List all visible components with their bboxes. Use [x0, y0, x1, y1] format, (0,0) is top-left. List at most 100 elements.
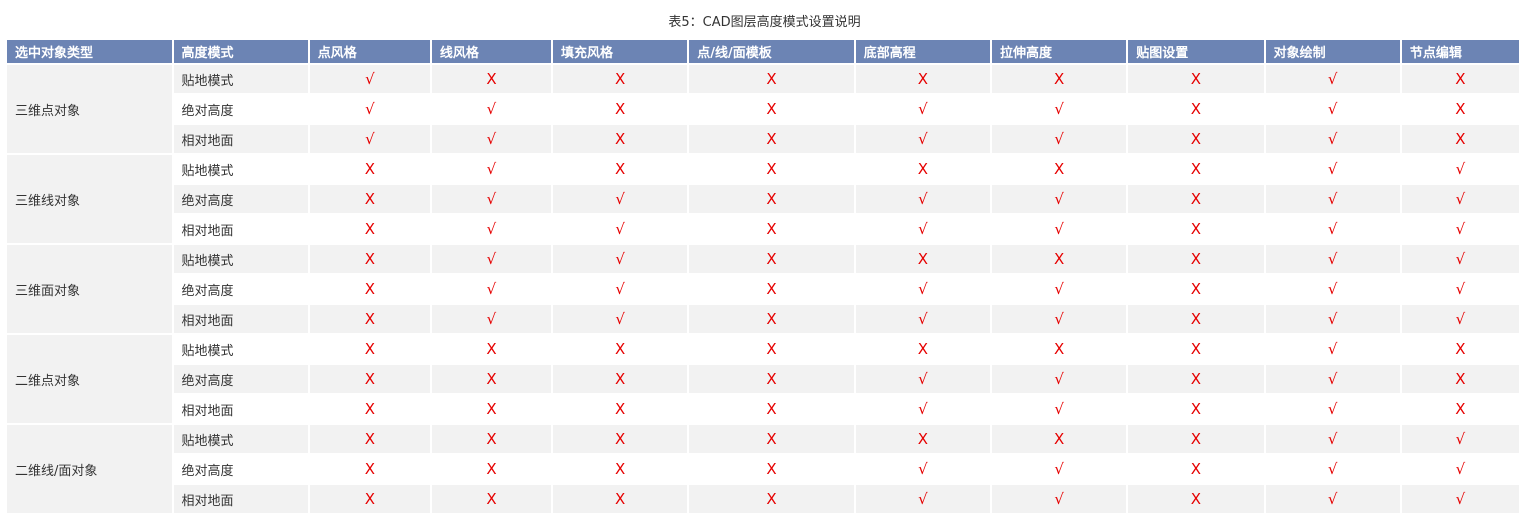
check-mark-cell: √	[309, 65, 430, 93]
cross-mark-cell: X	[689, 455, 854, 483]
cross-mark-cell: X	[309, 215, 430, 243]
cross-mark-cell: X	[689, 95, 854, 123]
check-mark-cell: √	[431, 95, 552, 123]
cross-mark-cell: X	[992, 245, 1127, 273]
check-mark-cell: √	[1401, 215, 1519, 243]
table-row: 绝对高度 X X X X √ √ X √ X	[7, 365, 1519, 393]
check-mark-cell: √	[553, 215, 688, 243]
column-header: 底部高程	[855, 40, 991, 63]
check-mark-cell: √	[309, 125, 430, 153]
height-mode-cell: 绝对高度	[173, 95, 308, 123]
check-mark-cell: √	[1265, 335, 1400, 363]
check-mark-cell: √	[431, 185, 552, 213]
check-mark-cell: √	[1265, 485, 1400, 513]
cross-mark-cell: X	[431, 455, 552, 483]
check-mark-cell: √	[1265, 275, 1400, 303]
height-mode-cell: 绝对高度	[173, 365, 308, 393]
column-header: 高度模式	[173, 40, 308, 63]
cross-mark-cell: X	[1128, 155, 1264, 183]
cross-mark-cell: X	[992, 335, 1127, 363]
cross-mark-cell: X	[553, 365, 688, 393]
cross-mark-cell: X	[553, 65, 688, 93]
check-mark-cell: √	[431, 125, 552, 153]
cross-mark-cell: X	[855, 425, 991, 453]
check-mark-cell: √	[431, 245, 552, 273]
object-type-cell: 二维点对象	[7, 335, 172, 423]
cross-mark-cell: X	[1401, 65, 1519, 93]
check-mark-cell: √	[1401, 425, 1519, 453]
column-header: 贴图设置	[1128, 40, 1264, 63]
check-mark-cell: √	[553, 245, 688, 273]
check-mark-cell: √	[992, 395, 1127, 423]
check-mark-cell: √	[855, 275, 991, 303]
cross-mark-cell: X	[689, 425, 854, 453]
cross-mark-cell: X	[689, 245, 854, 273]
cross-mark-cell: X	[431, 65, 552, 93]
cross-mark-cell: X	[689, 305, 854, 333]
check-mark-cell: √	[992, 95, 1127, 123]
cross-mark-cell: X	[309, 275, 430, 303]
check-mark-cell: √	[553, 275, 688, 303]
check-mark-cell: √	[1265, 65, 1400, 93]
column-header: 填充风格	[553, 40, 688, 63]
check-mark-cell: √	[992, 305, 1127, 333]
cross-mark-cell: X	[1401, 95, 1519, 123]
height-mode-cell: 贴地模式	[173, 155, 308, 183]
cross-mark-cell: X	[992, 65, 1127, 93]
check-mark-cell: √	[1265, 395, 1400, 423]
cross-mark-cell: X	[689, 335, 854, 363]
cross-mark-cell: X	[689, 65, 854, 93]
cross-mark-cell: X	[309, 185, 430, 213]
object-type-cell: 三维点对象	[7, 65, 172, 153]
check-mark-cell: √	[992, 365, 1127, 393]
height-mode-cell: 相对地面	[173, 305, 308, 333]
cross-mark-cell: X	[1128, 215, 1264, 243]
check-mark-cell: √	[992, 185, 1127, 213]
cross-mark-cell: X	[1128, 185, 1264, 213]
cross-mark-cell: X	[309, 425, 430, 453]
cross-mark-cell: X	[1128, 125, 1264, 153]
cross-mark-cell: X	[1128, 365, 1264, 393]
cross-mark-cell: X	[553, 455, 688, 483]
check-mark-cell: √	[992, 275, 1127, 303]
cross-mark-cell: X	[553, 395, 688, 423]
settings-table: 选中对象类型 高度模式 点风格 线风格 填充风格 点/线/面模板 底部高程 拉伸高度 贴图设置对…	[5, 38, 1521, 515]
cross-mark-cell: X	[309, 155, 430, 183]
check-mark-cell: √	[1401, 485, 1519, 513]
cross-mark-cell: X	[553, 335, 688, 363]
cross-mark-cell: X	[689, 395, 854, 423]
cross-mark-cell: X	[309, 455, 430, 483]
cross-mark-cell: X	[553, 125, 688, 153]
height-mode-cell: 相对地面	[173, 395, 308, 423]
cross-mark-cell: X	[431, 365, 552, 393]
check-mark-cell: √	[992, 485, 1127, 513]
check-mark-cell: √	[1401, 275, 1519, 303]
table-caption: 表5：CAD图层高度模式设置说明	[668, 15, 861, 30]
check-mark-cell: √	[1401, 245, 1519, 273]
height-mode-cell: 相对地面	[173, 215, 308, 243]
cross-mark-cell: X	[309, 365, 430, 393]
cross-mark-cell: X	[309, 485, 430, 513]
check-mark-cell: √	[1265, 455, 1400, 483]
check-mark-cell: √	[992, 215, 1127, 243]
column-header: 点/线/面模板	[689, 40, 854, 63]
check-mark-cell: √	[1265, 245, 1400, 273]
check-mark-cell: √	[309, 95, 430, 123]
check-mark-cell: √	[553, 185, 688, 213]
cross-mark-cell: X	[553, 155, 688, 183]
cross-mark-cell: X	[1401, 335, 1519, 363]
object-type-cell: 三维线对象	[7, 155, 172, 243]
height-mode-cell: 绝对高度	[173, 455, 308, 483]
check-mark-cell: √	[1265, 215, 1400, 243]
table-header-row: 选中对象类型 高度模式 点风格 线风格 填充风格 点/线/面模板 底部高程 拉伸高度 贴图设置对…	[7, 40, 1519, 63]
cross-mark-cell: X	[689, 365, 854, 393]
cross-mark-cell: X	[855, 245, 991, 273]
check-mark-cell: √	[1265, 425, 1400, 453]
check-mark-cell: √	[431, 215, 552, 243]
check-mark-cell: √	[1401, 305, 1519, 333]
cross-mark-cell: X	[1128, 395, 1264, 423]
cross-mark-cell: X	[1128, 275, 1264, 303]
check-mark-cell: √	[855, 185, 991, 213]
cross-mark-cell: X	[1401, 395, 1519, 423]
column-header: 选中对象类型	[7, 40, 172, 63]
